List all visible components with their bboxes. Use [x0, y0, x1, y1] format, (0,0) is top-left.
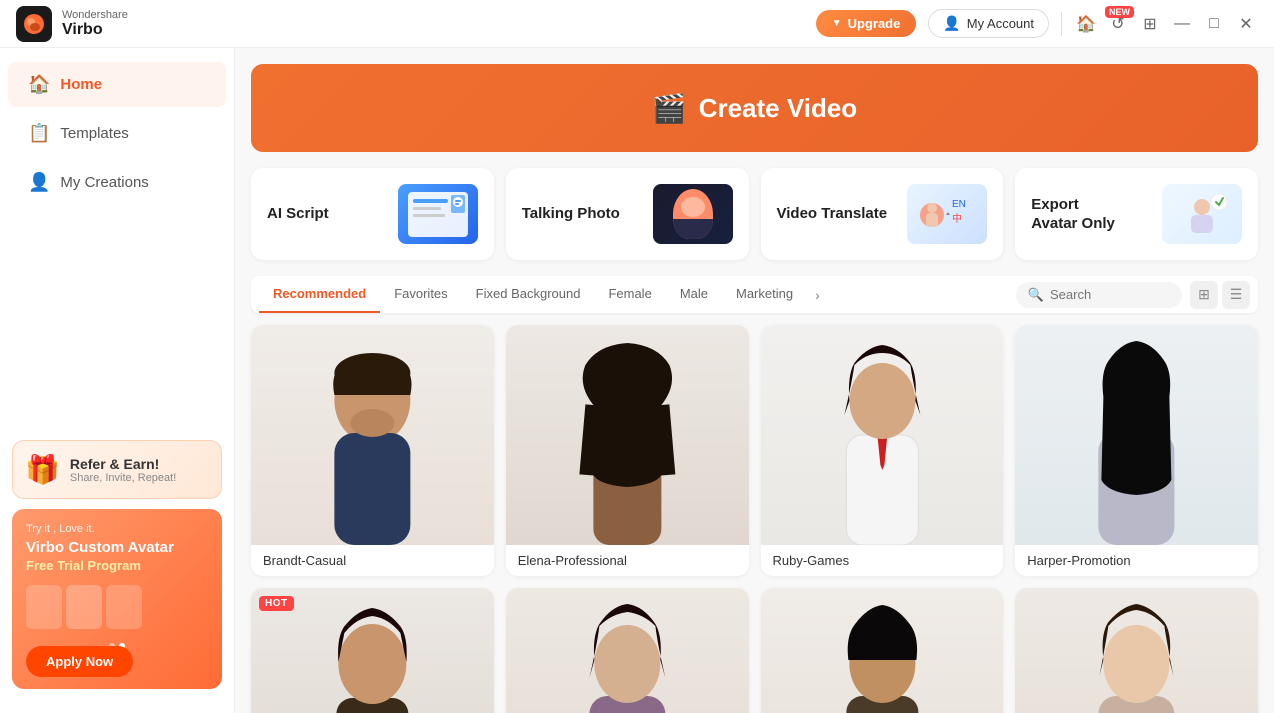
avatar-image-6: [506, 588, 749, 713]
avatar-card-elena[interactable]: Elena-Professional: [506, 325, 749, 576]
refer-emoji: 🎁: [25, 453, 60, 486]
avatar-name-brandt: Brandt-Casual: [251, 545, 494, 576]
app-logo: [16, 6, 52, 42]
sidebar-promos: 🎁 Refer & Earn! Share, Invite, Repeat! T…: [0, 428, 234, 701]
account-icon: 👤: [943, 15, 960, 32]
refer-card[interactable]: 🎁 Refer & Earn! Share, Invite, Repeat!: [12, 440, 222, 499]
minimize-button[interactable]: —: [1170, 12, 1194, 36]
avatar-image-brandt: [251, 325, 494, 545]
custom-avatar-card[interactable]: Try it , Love it. Virbo Custom Avatar Fr…: [12, 509, 222, 689]
view-toggle-buttons: ⊞ ☰: [1190, 281, 1250, 309]
talking-photo-label: Talking Photo: [522, 204, 620, 224]
avatar-image-ruby: [761, 325, 1004, 545]
content-area: 🎬 Create Video AI Script: [235, 48, 1274, 713]
filter-tab-fixed-bg[interactable]: Fixed Background: [462, 276, 595, 313]
filter-arrow-icon[interactable]: ›: [811, 279, 824, 311]
create-video-banner[interactable]: 🎬 Create Video: [251, 64, 1258, 152]
avatar-image-7: [761, 588, 1004, 713]
templates-icon: 📋: [28, 123, 50, 144]
window-controls: 🏠 ↺ NEW ⊞ — □ ✕: [1074, 12, 1258, 36]
video-translate-label: Video Translate: [777, 204, 888, 224]
avatar-card-7[interactable]: [761, 588, 1004, 713]
home-icon: 🏠: [28, 74, 50, 95]
feature-cards: AI Script: [251, 168, 1258, 260]
apply-now-button[interactable]: Apply Now: [26, 646, 133, 677]
feature-card-video-translate[interactable]: Video Translate EN 中: [761, 168, 1004, 260]
avatar-card-5[interactable]: HOT Loading...: [251, 588, 494, 713]
avatar-card-brandt[interactable]: Brandt-Casual: [251, 325, 494, 576]
feature-card-talking-photo[interactable]: Talking Photo: [506, 168, 749, 260]
filter-tab-male[interactable]: Male: [666, 276, 722, 313]
grid-button[interactable]: ⊞: [1138, 12, 1162, 36]
ai-script-label: AI Script: [267, 204, 329, 224]
avatar-name-elena: Elena-Professional: [506, 545, 749, 576]
export-avatar-label: Export Avatar Only: [1031, 195, 1115, 234]
avatar-card-8[interactable]: [1015, 588, 1258, 713]
app-name: Wondershare Virbo: [62, 9, 128, 39]
avatar-image-harper: [1015, 325, 1258, 545]
video-translate-image: EN 中: [907, 184, 987, 244]
filter-tab-recommended[interactable]: Recommended: [259, 276, 380, 313]
avatar-name-harper: Harper-Promotion: [1015, 545, 1258, 576]
grid-view-button[interactable]: ⊞: [1190, 281, 1218, 309]
search-box: 🔍: [1016, 282, 1182, 308]
account-button[interactable]: 👤 My Account: [928, 9, 1049, 38]
avatar-card-harper[interactable]: Harper-Promotion: [1015, 325, 1258, 576]
avatar-image-8: [1015, 588, 1258, 713]
feature-card-ai-script[interactable]: AI Script: [251, 168, 494, 260]
maximize-button[interactable]: □: [1202, 12, 1226, 36]
upgrade-button[interactable]: Upgrade: [816, 10, 917, 37]
talking-photo-image: [653, 184, 733, 244]
svg-text:EN: EN: [952, 199, 966, 210]
create-video-icon: 🎬: [652, 92, 687, 125]
avatar-grid: Brandt-Casual Elena-Professional: [251, 325, 1258, 713]
filter-row: Recommended Favorites Fixed Background F…: [251, 276, 1258, 313]
title-bar: Wondershare Virbo Upgrade 👤 My Account 🏠…: [0, 0, 1274, 48]
new-badge: NEW: [1105, 6, 1134, 18]
refer-text: Refer & Earn! Share, Invite, Repeat!: [70, 456, 176, 484]
search-icon: 🔍: [1028, 287, 1044, 303]
content-inner: 🎬 Create Video AI Script: [235, 48, 1274, 713]
sidebar-item-my-creations[interactable]: 👤 My Creations: [8, 160, 226, 205]
filter-tab-female[interactable]: Female: [594, 276, 665, 313]
search-input[interactable]: [1050, 287, 1170, 302]
avatar-image-elena: [506, 325, 749, 545]
feature-card-export-avatar[interactable]: Export Avatar Only: [1015, 168, 1258, 260]
avatar-card-ruby[interactable]: Ruby-Games: [761, 325, 1004, 576]
avatar-image-5: HOT: [251, 588, 494, 713]
home-window-button[interactable]: 🏠: [1074, 12, 1098, 36]
sidebar: 🏠 Home 📋 Templates 👤 My Creations 🎁 Refe…: [0, 48, 235, 713]
help-icon-wrap: ↺ NEW: [1106, 12, 1130, 36]
title-bar-actions: Upgrade 👤 My Account 🏠 ↺ NEW ⊞ — □ ✕: [816, 9, 1258, 38]
filter-tab-favorites[interactable]: Favorites: [380, 276, 461, 313]
app-branding: Wondershare Virbo: [16, 6, 128, 42]
close-button[interactable]: ✕: [1234, 12, 1258, 36]
list-view-button[interactable]: ☰: [1222, 281, 1250, 309]
filter-tab-marketing[interactable]: Marketing: [722, 276, 807, 313]
sidebar-item-templates[interactable]: 📋 Templates: [8, 111, 226, 156]
hot-badge: HOT: [259, 596, 294, 611]
avatar-name-ruby: Ruby-Games: [761, 545, 1004, 576]
separator: [1061, 12, 1062, 36]
svg-text:中: 中: [952, 212, 962, 225]
home-icon-wrap: 🏠: [1074, 12, 1098, 36]
main-layout: 🏠 Home 📋 Templates 👤 My Creations 🎁 Refe…: [0, 48, 1274, 713]
avatar-card-6[interactable]: [506, 588, 749, 713]
export-avatar-image: [1162, 184, 1242, 244]
sidebar-item-home[interactable]: 🏠 Home: [8, 62, 226, 107]
creations-icon: 👤: [28, 172, 50, 193]
ai-script-image: [398, 184, 478, 244]
